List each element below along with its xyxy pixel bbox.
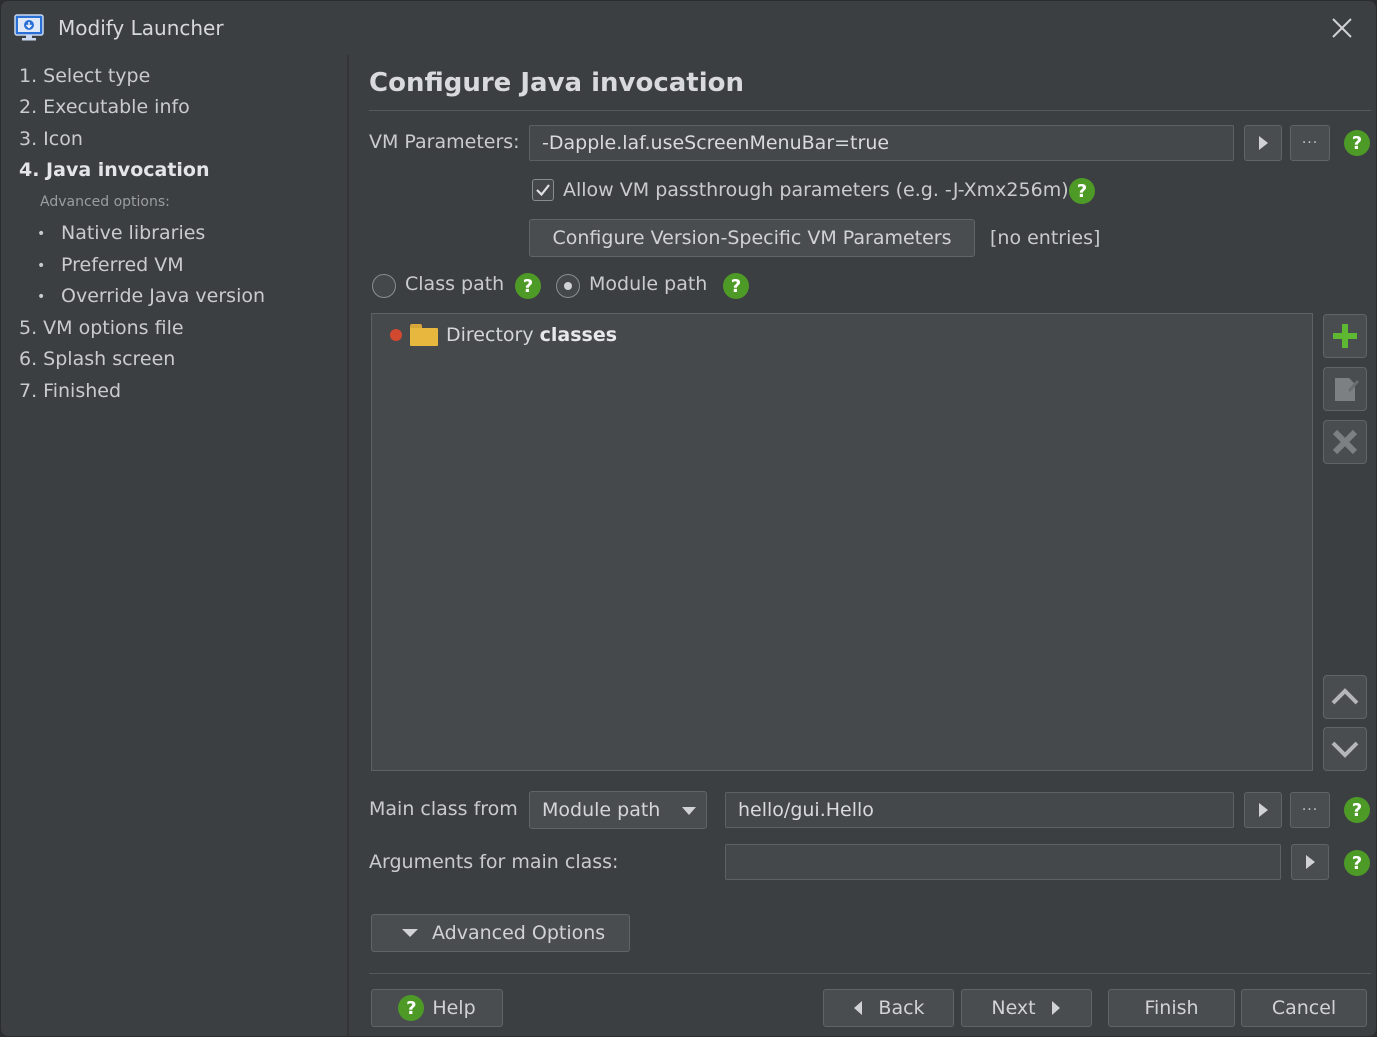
chevron-down-icon bbox=[682, 807, 696, 815]
vm-parameters-input[interactable]: -Dapple.laf.useScreenMenuBar=true bbox=[529, 125, 1234, 161]
back-button[interactable]: Back bbox=[823, 989, 954, 1027]
class-path-radio[interactable] bbox=[372, 274, 396, 298]
bullet-icon: • bbox=[37, 225, 46, 242]
arguments-help-icon[interactable]: ? bbox=[1344, 850, 1370, 876]
module-path-radio[interactable] bbox=[556, 274, 580, 298]
triangle-right-icon bbox=[1051, 1001, 1060, 1015]
list-item[interactable]: Directory classes bbox=[390, 322, 617, 348]
window-title: Modify Launcher bbox=[58, 16, 224, 40]
play-icon bbox=[1258, 136, 1268, 150]
sidebar-divider bbox=[347, 55, 349, 1036]
remove-entry-button[interactable] bbox=[1323, 420, 1367, 464]
main-class-from-label: Main class from bbox=[369, 798, 518, 820]
next-label: Next bbox=[991, 997, 1036, 1019]
arguments-input[interactable] bbox=[725, 844, 1281, 880]
configure-version-specific-button[interactable]: Configure Version-Specific VM Parameters bbox=[529, 219, 975, 257]
help-icon: ? bbox=[398, 995, 425, 1021]
main-class-source-value: Module path bbox=[542, 799, 661, 821]
play-icon bbox=[1258, 803, 1268, 817]
delete-icon bbox=[1332, 429, 1358, 455]
triangle-left-icon bbox=[854, 1001, 863, 1015]
error-dot-icon bbox=[390, 329, 402, 341]
advanced-options-button[interactable]: Advanced Options bbox=[371, 914, 630, 952]
folder-icon bbox=[410, 324, 438, 346]
main-class-help-icon[interactable]: ? bbox=[1344, 797, 1370, 823]
play-icon bbox=[1305, 855, 1315, 869]
step-splash-screen[interactable]: 6. Splash screen bbox=[19, 348, 175, 370]
ellipsis-icon: ··· bbox=[1301, 135, 1319, 151]
step-vm-options-file[interactable]: 5. VM options file bbox=[19, 317, 184, 339]
edit-entry-button[interactable] bbox=[1323, 367, 1367, 411]
arguments-insert-button[interactable] bbox=[1291, 844, 1329, 880]
advanced-options-label: Advanced options: bbox=[40, 194, 170, 210]
edit-icon bbox=[1335, 378, 1359, 401]
passthrough-checkbox[interactable] bbox=[532, 179, 554, 201]
help-label: Help bbox=[432, 997, 476, 1019]
app-icon bbox=[14, 14, 44, 41]
entry-name: classes bbox=[539, 324, 618, 346]
step-finished[interactable]: 7. Finished bbox=[19, 380, 121, 402]
step-preferred-vm[interactable]: • Preferred VM bbox=[37, 254, 184, 276]
chevron-up-icon bbox=[1331, 688, 1359, 705]
step-java-invocation[interactable]: 4. Java invocation bbox=[19, 159, 210, 181]
step-native-libraries[interactable]: • Native libraries bbox=[37, 222, 205, 244]
triangle-down-icon bbox=[402, 929, 418, 937]
page-title: Configure Java invocation bbox=[369, 68, 745, 98]
step-executable-info[interactable]: 2. Executable info bbox=[19, 96, 190, 118]
cancel-button[interactable]: Cancel bbox=[1241, 989, 1367, 1027]
module-path-help-icon[interactable]: ? bbox=[723, 273, 749, 299]
step-override-java-version[interactable]: • Override Java version bbox=[37, 285, 265, 307]
footer-divider bbox=[369, 973, 1371, 974]
step-label: Override Java version bbox=[61, 285, 266, 307]
step-label: Native libraries bbox=[61, 222, 206, 244]
back-label: Back bbox=[878, 997, 925, 1019]
step-icon[interactable]: 3. Icon bbox=[19, 128, 83, 150]
passthrough-help-icon[interactable]: ? bbox=[1069, 178, 1095, 204]
passthrough-label: Allow VM passthrough parameters (e.g. -J… bbox=[563, 179, 1069, 201]
entry-type: Directory bbox=[446, 324, 534, 346]
step-label: Preferred VM bbox=[61, 254, 184, 276]
main-class-source-select[interactable]: Module path bbox=[529, 791, 707, 829]
arguments-label: Arguments for main class: bbox=[369, 851, 619, 873]
module-path-entries-list[interactable]: Directory classes bbox=[371, 313, 1313, 771]
finish-button[interactable]: Finish bbox=[1108, 989, 1235, 1027]
version-specific-status: [no entries] bbox=[990, 227, 1101, 249]
entry-label: Directory classes bbox=[446, 324, 617, 346]
main-class-browse-button[interactable]: ··· bbox=[1290, 792, 1330, 828]
bullet-icon: • bbox=[37, 288, 46, 305]
advanced-options-label: Advanced Options bbox=[432, 922, 606, 944]
ellipsis-icon: ··· bbox=[1301, 802, 1319, 818]
vm-parameters-label: VM Parameters: bbox=[369, 131, 520, 153]
move-up-button[interactable] bbox=[1323, 675, 1367, 719]
main-class-input[interactable]: hello/gui.Hello bbox=[725, 792, 1234, 828]
main-class-insert-button[interactable] bbox=[1244, 792, 1282, 828]
next-button[interactable]: Next bbox=[961, 989, 1092, 1027]
move-down-button[interactable] bbox=[1323, 727, 1367, 771]
help-button[interactable]: ? Help bbox=[371, 989, 503, 1027]
vm-parameters-edit-button[interactable]: ··· bbox=[1290, 125, 1330, 161]
module-path-label: Module path bbox=[589, 273, 708, 295]
vm-parameters-help-icon[interactable]: ? bbox=[1344, 130, 1370, 156]
class-path-label: Class path bbox=[405, 273, 505, 295]
close-button[interactable] bbox=[1323, 9, 1361, 47]
close-icon bbox=[1332, 18, 1352, 38]
chevron-down-icon bbox=[1331, 741, 1359, 758]
bullet-icon: • bbox=[37, 257, 46, 274]
modify-launcher-dialog: Modify Launcher 1. Select type 2. Execut… bbox=[0, 0, 1377, 1037]
plus-icon bbox=[1333, 324, 1357, 348]
vm-parameters-insert-button[interactable] bbox=[1244, 125, 1282, 161]
checkmark-icon bbox=[536, 184, 550, 197]
heading-divider bbox=[369, 110, 1371, 111]
title-bar: Modify Launcher bbox=[1, 1, 1376, 55]
step-select-type[interactable]: 1. Select type bbox=[19, 65, 150, 87]
add-entry-button[interactable] bbox=[1323, 314, 1367, 358]
class-path-help-icon[interactable]: ? bbox=[515, 273, 541, 299]
